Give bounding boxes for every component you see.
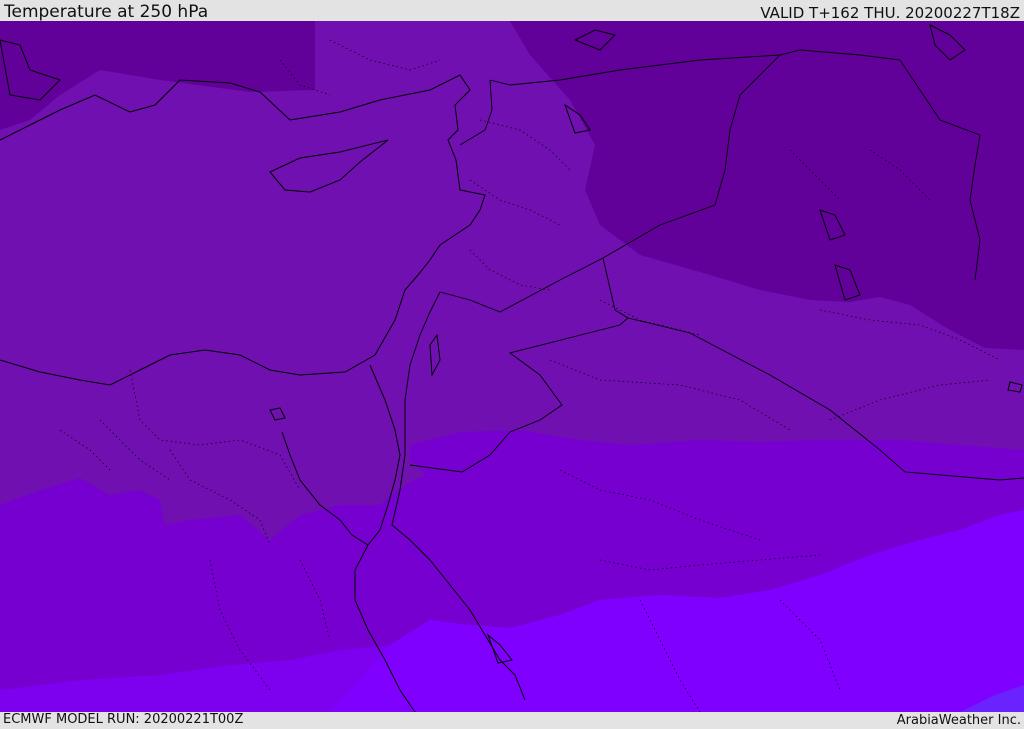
model-run: ECMWF MODEL RUN: 20200221T00Z xyxy=(3,712,244,727)
temperature-map[interactable] xyxy=(0,21,1024,712)
map-canvas xyxy=(0,21,1024,712)
map-footer: ECMWF MODEL RUN: 20200221T00Z ArabiaWeat… xyxy=(0,712,1024,729)
map-header: Temperature at 250 hPa VALID T+162 THU. … xyxy=(0,0,1024,22)
credit-label: ArabiaWeather Inc. xyxy=(896,713,1021,728)
valid-time: VALID T+162 THU. 20200227T18Z xyxy=(760,4,1020,22)
map-title: Temperature at 250 hPa xyxy=(4,2,209,22)
